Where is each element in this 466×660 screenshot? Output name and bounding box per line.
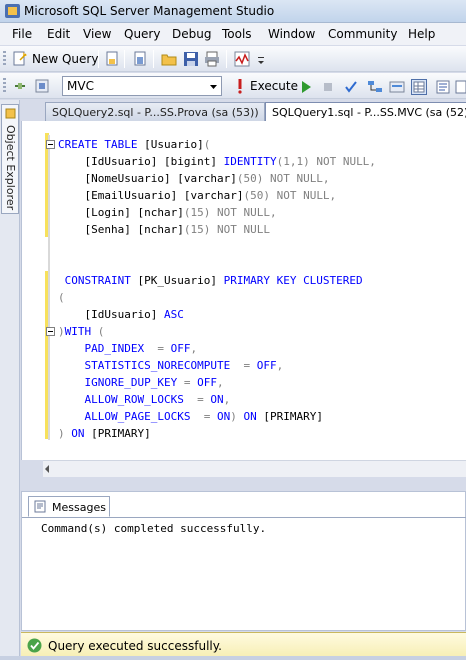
menu-community[interactable]: Community: [328, 27, 397, 41]
window-title: Microsoft SQL Server Management Studio: [24, 4, 275, 18]
new-query-icon: [13, 51, 27, 66]
tab-sqlquery2[interactable]: SQLQuery2.sql - P...SS.Prova (sa (53)): [45, 102, 265, 121]
code-line-2: [IdUsuario] [bigint] IDENTITY(1,1) NOT N…: [84, 155, 376, 168]
menu-query[interactable]: Query: [124, 27, 160, 41]
analysis-query-icon[interactable]: [132, 51, 148, 67]
results-to-file-icon[interactable]: [455, 79, 466, 95]
messages-tab-label: Messages: [52, 501, 106, 514]
code-line-11: [IdUsuario] ASC: [84, 308, 184, 321]
open-file-icon[interactable]: [161, 51, 177, 67]
new-query-label: New Query: [32, 52, 99, 66]
collapse-icon[interactable]: [46, 327, 55, 336]
ssms-app-icon: [5, 4, 20, 18]
menu-view[interactable]: View: [83, 27, 111, 41]
outline-line: [48, 135, 50, 440]
editor-gutter: [22, 121, 44, 460]
menu-window[interactable]: Window: [268, 27, 315, 41]
toolbar-grip[interactable]: [3, 51, 6, 67]
code-line-18: ) ON [PRIMARY]: [58, 427, 151, 440]
change-connection-icon[interactable]: [34, 78, 50, 94]
status-text: Query executed successfully.: [48, 639, 222, 653]
object-explorer-icon: [5, 108, 16, 119]
toolbar-separator: [226, 50, 227, 68]
parse-check-icon[interactable]: [343, 79, 359, 95]
results-to-grid-icon[interactable]: [411, 79, 427, 95]
activity-monitor-icon[interactable]: [234, 51, 250, 67]
menu-tools[interactable]: Tools: [222, 27, 252, 41]
toolbar-separator: [124, 50, 125, 68]
code-line-10: (: [58, 291, 65, 304]
database-selected-value: MVC: [67, 79, 94, 93]
object-explorer-label: Object Explorer: [4, 125, 17, 211]
scroll-left-icon[interactable]: [45, 465, 49, 473]
code-line-15: IGNORE_DUP_KEY = OFF,: [84, 376, 224, 389]
menu-help[interactable]: Help: [408, 27, 435, 41]
results-pane: Messages Command(s) completed successful…: [21, 491, 466, 631]
toolbar-overflow-icon[interactable]: [256, 51, 266, 67]
tab-sqlquery1[interactable]: SQLQuery1.sql - P...SS.MVC (sa (52))*: [265, 102, 466, 121]
database-engine-query-icon[interactable]: [104, 51, 120, 67]
results-to-text-icon[interactable]: [435, 79, 451, 95]
execute-button[interactable]: Execute: [250, 79, 298, 93]
window-bottom-border: [0, 656, 466, 660]
title-bar: Microsoft SQL Server Management Studio: [0, 0, 466, 23]
success-check-icon: [27, 638, 42, 653]
code-line-4: [EmailUsuario] [varchar](50) NOT NULL,: [84, 189, 337, 202]
collapse-icon[interactable]: [46, 140, 55, 149]
menu-file[interactable]: File: [12, 27, 32, 41]
database-dropdown[interactable]: MVC: [62, 76, 222, 96]
print-icon[interactable]: [204, 51, 220, 67]
menu-debug[interactable]: Debug: [172, 27, 211, 41]
toolbar-grip[interactable]: [3, 78, 6, 94]
code-line-9: CONSTRAINT [PK_Usuario] PRIMARY KEY CLUS…: [64, 274, 363, 287]
save-icon[interactable]: [183, 51, 199, 67]
code-line-5: [Login] [nchar](15) NOT NULL,: [84, 206, 277, 219]
code-line-13: PAD_INDEX = OFF,: [84, 342, 198, 355]
code-line-12: )WITH (: [58, 325, 105, 338]
query-options-icon[interactable]: [389, 79, 405, 95]
tab-messages[interactable]: Messages: [28, 496, 110, 517]
cancel-execution-icon[interactable]: [320, 79, 336, 95]
object-explorer-tab[interactable]: Object Explorer: [1, 104, 19, 214]
results-message: Command(s) completed successfully.: [41, 522, 267, 535]
toolbar-separator: [98, 50, 99, 68]
code-line-6: [Senha] [nchar](15) NOT NULL: [84, 223, 270, 236]
sql-editor[interactable]: CREATE TABLE [Usuario]( [IdUsuario] [big…: [21, 121, 466, 460]
execute-icon[interactable]: [232, 78, 248, 94]
estimated-plan-icon[interactable]: [367, 79, 383, 95]
code-line-17: ALLOW_PAGE_LOCKS = ON) ON [PRIMARY]: [84, 410, 323, 423]
connect-icon[interactable]: [12, 78, 28, 94]
query-status-bar: Query executed successfully.: [21, 632, 466, 656]
menu-edit[interactable]: Edit: [47, 27, 70, 41]
results-divider: [22, 517, 466, 518]
code-line-14: STATISTICS_NORECOMPUTE = OFF,: [84, 359, 284, 372]
menu-bar: File Edit View Query Debug Tools Window …: [0, 23, 466, 45]
code-line-1: CREATE TABLE [Usuario](: [58, 138, 211, 151]
document-tabs: SQLQuery2.sql - P...SS.Prova (sa (53)) S…: [21, 100, 466, 121]
messages-icon: [34, 500, 46, 513]
debug-play-icon[interactable]: [298, 79, 314, 95]
editor-horizontal-scrollbar[interactable]: [43, 460, 466, 477]
pane-splitter[interactable]: [21, 477, 466, 491]
toolbar-separator: [153, 50, 154, 68]
standard-toolbar: New Query: [0, 46, 466, 72]
chevron-down-icon: [210, 85, 217, 89]
code-line-3: [NomeUsuario] [varchar](50) NOT NULL,: [84, 172, 330, 185]
code-line-16: ALLOW_ROW_LOCKS = ON,: [84, 393, 231, 406]
